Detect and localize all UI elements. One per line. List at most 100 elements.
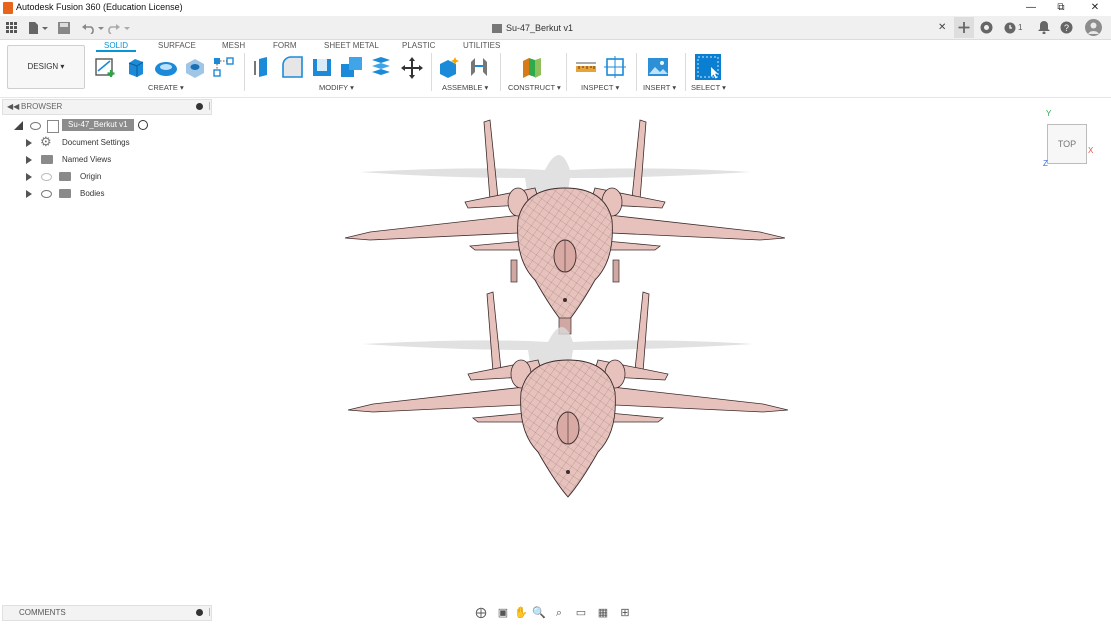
data-panel-grid-icon[interactable] (6, 19, 18, 36)
inspect-menu[interactable]: INSPECT ▾ (581, 83, 619, 92)
extrude-icon[interactable] (125, 56, 147, 78)
tab-form[interactable]: FORM (273, 41, 297, 50)
help-icon[interactable]: ? (1060, 19, 1074, 36)
joint-icon[interactable] (468, 56, 490, 78)
document-cube-icon (492, 24, 502, 34)
comments-title: COMMENTS (19, 608, 66, 617)
hole-icon[interactable] (184, 56, 206, 78)
revolve-icon[interactable] (154, 56, 177, 78)
modify-menu-label: MODIFY (319, 83, 349, 92)
visibility-eye-icon[interactable] (30, 122, 41, 130)
tab-plastic[interactable]: PLASTIC (402, 41, 435, 50)
expand-root-icon[interactable] (14, 121, 23, 130)
job-status-icon[interactable]: 1 (1004, 19, 1026, 36)
tab-mesh[interactable]: MESH (222, 41, 245, 50)
activate-component-icon[interactable] (138, 120, 148, 130)
job-count: 1 (1018, 23, 1023, 32)
document-tab[interactable]: Su-47_Berkut v1 (492, 18, 573, 38)
browser-item-named-views[interactable]: Named Views (26, 153, 210, 168)
collapse-panel-icon[interactable]: ◀◀ (7, 102, 19, 111)
select-menu[interactable]: SELECT ▾ (691, 83, 726, 92)
close-tab-icon[interactable]: ✕ (938, 19, 950, 36)
create-sketch-icon[interactable] (95, 56, 117, 78)
folder-icon (59, 189, 71, 198)
ribbon-separator (244, 53, 245, 91)
svg-text:?: ? (1064, 23, 1069, 33)
panel-resize-handle[interactable]: ❘ (206, 607, 213, 616)
restore-button[interactable]: ⧉ (1046, 0, 1076, 16)
close-window-button[interactable]: ✕ (1080, 0, 1110, 16)
browser-title: BROWSER (21, 102, 63, 111)
press-pull-icon[interactable] (252, 56, 274, 78)
redo-icon[interactable] (108, 19, 130, 36)
move-copy-icon[interactable] (400, 56, 423, 79)
assemble-menu[interactable]: ASSEMBLE ▾ (442, 83, 488, 92)
measure-icon[interactable] (575, 56, 597, 78)
aircraft-model-upper[interactable] (344, 119, 786, 335)
hidden-eye-icon[interactable] (41, 173, 52, 181)
user-avatar-icon[interactable] (1085, 19, 1103, 36)
add-comment-icon[interactable] (196, 609, 203, 616)
workspace-switcher[interactable]: DESIGN ▾ (7, 45, 85, 89)
minimize-button[interactable]: — (1016, 0, 1046, 16)
combine-icon[interactable] (340, 56, 362, 78)
look-at-icon[interactable]: ▣ (496, 606, 510, 620)
modify-menu[interactable]: MODIFY ▾ (319, 83, 354, 92)
ribbon-separator (566, 53, 567, 91)
pin-panel-icon[interactable] (196, 103, 203, 110)
browser-item-document-settings[interactable]: ⚙ Document Settings (26, 134, 210, 151)
expand-arrow-icon[interactable] (26, 173, 32, 181)
fit-window-icon[interactable]: ⌕ (552, 606, 566, 620)
construct-menu[interactable]: CONSTRUCT ▾ (508, 83, 561, 92)
view-cube-face: TOP (1057, 139, 1077, 149)
browser-item-label: Document Settings (62, 138, 130, 147)
shell-icon[interactable] (311, 56, 333, 78)
viewports-icon[interactable]: ⊞ (618, 606, 632, 620)
assemble-menu-label: ASSEMBLE (442, 83, 483, 92)
pan-hand-icon[interactable]: ✋ (514, 606, 528, 620)
insert-menu[interactable]: INSERT ▾ (643, 83, 676, 92)
notifications-bell-icon[interactable] (1038, 19, 1052, 36)
expand-arrow-icon[interactable] (26, 190, 32, 198)
tab-utilities[interactable]: UTILITIES (463, 41, 500, 50)
display-settings-icon[interactable]: ▭ (574, 606, 588, 620)
tab-sheet-metal[interactable]: SHEET METAL (324, 41, 379, 50)
expand-arrow-icon[interactable] (26, 139, 32, 147)
inspect-menu-label: INSPECT (581, 83, 614, 92)
browser-root-row[interactable]: Su-47_Berkut v1 (14, 119, 210, 134)
section-analysis-icon[interactable] (604, 56, 626, 78)
zoom-icon[interactable]: 🔍 (532, 606, 546, 620)
file-menu-icon[interactable] (28, 19, 48, 36)
browser-item-bodies[interactable]: Bodies (26, 187, 210, 202)
create-menu[interactable]: CREATE ▾ (148, 83, 184, 92)
new-tab-button[interactable] (954, 17, 974, 38)
browser-header: ◀◀ BROWSER ❘ (2, 99, 213, 115)
new-component-icon[interactable] (438, 56, 460, 78)
model-canvas[interactable] (330, 110, 800, 520)
pattern-icon[interactable] (213, 56, 235, 78)
comments-panel[interactable]: COMMENTS ❘ (2, 605, 213, 621)
extensions-icon[interactable] (980, 19, 994, 36)
select-tool-icon[interactable] (695, 54, 721, 80)
view-cube[interactable]: TOP (1047, 124, 1087, 164)
insert-menu-label: INSERT (643, 83, 671, 92)
orbit-icon[interactable]: ⨁ (474, 606, 488, 620)
visibility-eye-icon[interactable] (41, 190, 52, 198)
component-icon (47, 120, 59, 133)
expand-arrow-icon[interactable] (26, 156, 32, 164)
insert-image-icon[interactable] (647, 56, 669, 78)
grid-snap-icon[interactable]: ▦ (596, 606, 610, 620)
save-icon[interactable] (58, 19, 72, 36)
offset-plane-icon[interactable] (521, 56, 543, 78)
view-cube-y-axis: Y (1046, 109, 1052, 118)
undo-icon[interactable] (82, 19, 104, 36)
fillet-icon[interactable] (281, 56, 303, 78)
folder-icon (41, 155, 53, 164)
root-component-label: Su-47_Berkut v1 (62, 119, 134, 131)
gear-icon: ⚙ (40, 134, 52, 149)
panel-resize-handle[interactable]: ❘ (206, 101, 213, 110)
tab-solid[interactable]: SOLID (104, 41, 128, 50)
tab-surface[interactable]: SURFACE (158, 41, 196, 50)
split-body-icon[interactable] (370, 56, 392, 78)
browser-item-origin[interactable]: Origin (26, 170, 210, 185)
